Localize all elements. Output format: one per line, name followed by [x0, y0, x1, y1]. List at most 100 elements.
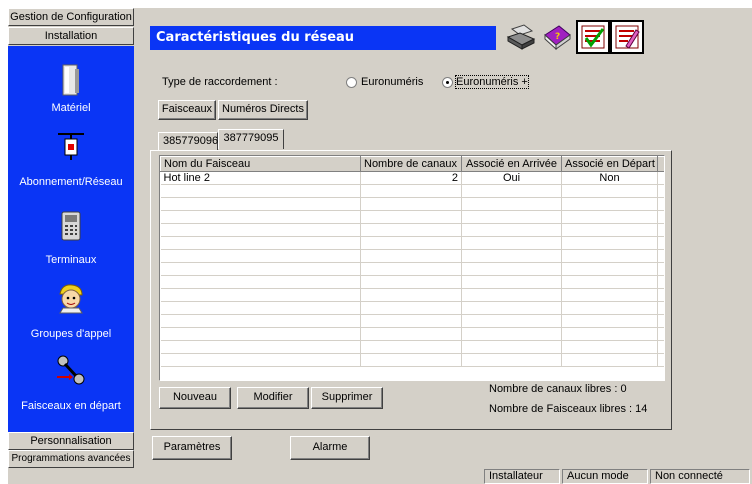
call-group-icon[interactable]	[8, 280, 134, 316]
table-cell	[160, 184, 361, 198]
table-cell	[160, 197, 361, 211]
column-header-arrivee[interactable]: Associé en Arrivée	[461, 156, 562, 172]
table-cell	[160, 327, 361, 341]
table-header-row: Nom du Faisceau Nombre de canaux Associé…	[160, 156, 664, 172]
table-cell	[360, 314, 462, 328]
table-row[interactable]	[160, 184, 664, 198]
network-subscription-icon[interactable]	[8, 128, 134, 164]
table-cell: 2	[360, 171, 462, 185]
free-channels-text: Nombre de canaux libres : 0	[489, 383, 627, 395]
table-cell	[657, 210, 664, 224]
nav-item-materiel[interactable]: Matériel	[8, 102, 134, 114]
table-cell	[360, 353, 462, 367]
nav-item-groupes-appel[interactable]: Groupes d'appel	[8, 328, 134, 340]
radio-euronumeris-label[interactable]: Euronuméris	[361, 76, 423, 88]
table-row[interactable]	[160, 275, 664, 289]
nav-personnalisation-button[interactable]: Personnalisation	[8, 432, 134, 450]
table-cell	[461, 249, 562, 263]
table-cell	[160, 210, 361, 224]
nav-installation-button[interactable]: Installation	[8, 27, 134, 45]
table-cell	[160, 262, 361, 276]
help-book-icon[interactable]: ?	[540, 20, 574, 54]
table-cell	[561, 327, 658, 341]
table-cell	[461, 197, 562, 211]
table-cell	[360, 275, 462, 289]
status-mode: Aucun mode	[562, 469, 648, 484]
table-cell	[360, 184, 462, 198]
table-row[interactable]	[160, 210, 664, 224]
table-cell	[160, 314, 361, 328]
tab-number-385779096[interactable]: 385779096	[158, 132, 218, 150]
table-cell	[160, 223, 361, 237]
table-cell: Hot line 2	[160, 171, 361, 185]
tab-number-387779095[interactable]: 387779095	[218, 129, 284, 149]
table-cell	[561, 301, 658, 315]
table-row[interactable]	[160, 314, 664, 328]
table-row[interactable]	[160, 327, 664, 341]
delete-button[interactable]: Supprimer	[311, 387, 383, 409]
table-cell	[657, 327, 664, 341]
table-row[interactable]	[160, 262, 664, 276]
alarm-button[interactable]: Alarme	[290, 436, 370, 460]
outgoing-trunk-icon[interactable]	[8, 352, 134, 388]
radio-euronumeris-plus-label[interactable]: Euronuméris +	[455, 75, 529, 89]
table-cell	[461, 210, 562, 224]
column-header-depart[interactable]: Associé en Départ	[561, 156, 658, 172]
table-cell	[561, 210, 658, 224]
status-bar: Installateur Aucun mode Non connecté	[484, 469, 752, 484]
tab-numeros-directs[interactable]: Numéros Directs	[218, 100, 308, 120]
table-cell	[561, 353, 658, 367]
table-row[interactable]	[160, 197, 664, 211]
new-button[interactable]: Nouveau	[159, 387, 231, 409]
svg-text:?: ?	[555, 32, 560, 42]
radio-euronumeris[interactable]	[346, 77, 357, 88]
page-title: Caractéristiques du réseau	[150, 26, 496, 50]
table-cell	[461, 314, 562, 328]
table-row[interactable]: Hot line 2 2 Oui Non	[160, 171, 664, 185]
nav-item-abonnement-reseau[interactable]: Abonnement/Réseau	[8, 176, 134, 188]
validate-icon[interactable]	[576, 20, 610, 54]
table-cell	[561, 262, 658, 276]
radio-euronumeris-plus[interactable]	[442, 77, 453, 88]
modify-button[interactable]: Modifier	[237, 387, 309, 409]
edit-icon[interactable]	[610, 20, 644, 54]
table-cell	[657, 288, 664, 302]
navigation-sidebar: Gestion de Configuration Installation Ma…	[8, 8, 134, 468]
phone-terminal-icon[interactable]	[8, 208, 134, 244]
free-trunks-text: Nombre de Faisceaux libres : 14	[489, 403, 648, 415]
table-cell	[561, 314, 658, 328]
table-row[interactable]	[160, 301, 664, 315]
table-cell	[657, 249, 664, 263]
table-cell	[461, 275, 562, 289]
nav-item-faisceaux-depart[interactable]: Faisceaux en départ	[8, 400, 134, 412]
table-cell	[657, 171, 664, 185]
nav-item-terminaux[interactable]: Terminaux	[8, 254, 134, 266]
table-row[interactable]	[160, 353, 664, 367]
table-cell	[657, 314, 664, 328]
table-cell	[561, 236, 658, 250]
table-cell	[461, 301, 562, 315]
table-row[interactable]	[160, 288, 664, 302]
table-row[interactable]	[160, 249, 664, 263]
hardware-icon[interactable]	[8, 62, 134, 98]
column-header-canaux[interactable]: Nombre de canaux	[360, 156, 462, 172]
nav-programmations-avancees-button[interactable]: Programmations avancées	[8, 450, 134, 468]
table-row[interactable]	[160, 340, 664, 354]
tab-faisceaux[interactable]: Faisceaux	[158, 100, 216, 120]
parameters-button[interactable]: Paramètres	[152, 436, 232, 460]
table-cell	[657, 223, 664, 237]
application-window: Gestion de Configuration Installation Ma…	[8, 8, 752, 484]
table-cell	[160, 288, 361, 302]
table-cell	[360, 327, 462, 341]
table-cell	[561, 223, 658, 237]
printer-icon[interactable]	[504, 20, 538, 54]
table-cell	[657, 275, 664, 289]
installation-panel: Matériel Abonnement/Réseau Terminaux Gro…	[8, 46, 134, 432]
nav-gestion-configuration-button[interactable]: Gestion de Configuration	[8, 8, 134, 26]
table-row[interactable]	[160, 236, 664, 250]
trunk-table[interactable]: Nom du Faisceau Nombre de canaux Associé…	[159, 155, 665, 381]
table-cell	[461, 262, 562, 276]
table-cell	[360, 301, 462, 315]
table-row[interactable]	[160, 223, 664, 237]
column-header-nom[interactable]: Nom du Faisceau	[160, 156, 361, 172]
